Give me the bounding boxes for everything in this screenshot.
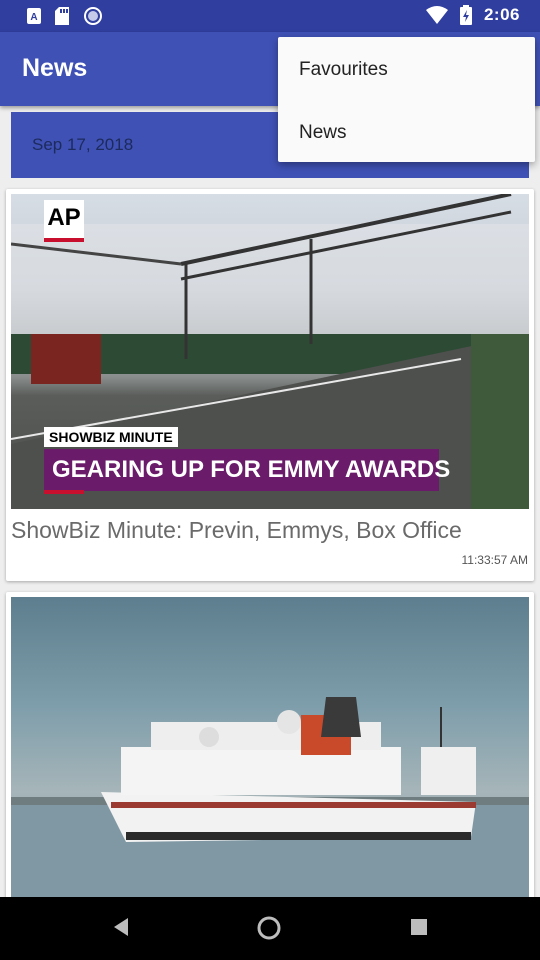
sd-card-icon (55, 7, 69, 25)
status-icons-right: 2:06 (425, 5, 520, 25)
svg-text:A: A (30, 12, 37, 23)
menu-item-news[interactable]: News (299, 122, 347, 144)
overflow-menu: Favourites News (278, 37, 535, 162)
a-notification-icon: A (27, 8, 41, 24)
news-card[interactable] (6, 592, 534, 912)
banner-label: SHOWBIZ MINUTE (44, 427, 178, 447)
article-title: ShowBiz Minute: Previn, Emmys, Box Offic… (11, 517, 462, 543)
banner-headline: GEARING UP FOR EMMY AWARDS (44, 449, 450, 491)
status-icons-left: A (27, 6, 103, 26)
navigation-bar (0, 897, 540, 960)
article-image: AP SHOWBIZ MINUTE GEARING UP FOR EMMY AW… (11, 194, 529, 509)
sync-circle-icon (84, 7, 102, 25)
status-bar: A 2:06 (0, 0, 540, 32)
menu-item-favourites[interactable]: Favourites (299, 59, 388, 81)
back-icon[interactable] (112, 917, 130, 937)
date-label: Sep 17, 2018 (32, 135, 134, 154)
article-time: 11:33:57 AM (461, 553, 529, 567)
home-icon[interactable] (256, 915, 282, 941)
ap-logo: AP (44, 200, 84, 242)
app-title: News (22, 54, 88, 82)
article-image (11, 597, 529, 912)
news-card[interactable]: AP SHOWBIZ MINUTE GEARING UP FOR EMMY AW… (6, 189, 534, 581)
status-time: 2:06 (483, 5, 520, 24)
banner-accent (44, 490, 84, 494)
recents-icon[interactable] (410, 918, 428, 936)
wifi-icon (425, 6, 448, 24)
ship-scene (11, 697, 529, 912)
battery-icon (459, 5, 472, 25)
